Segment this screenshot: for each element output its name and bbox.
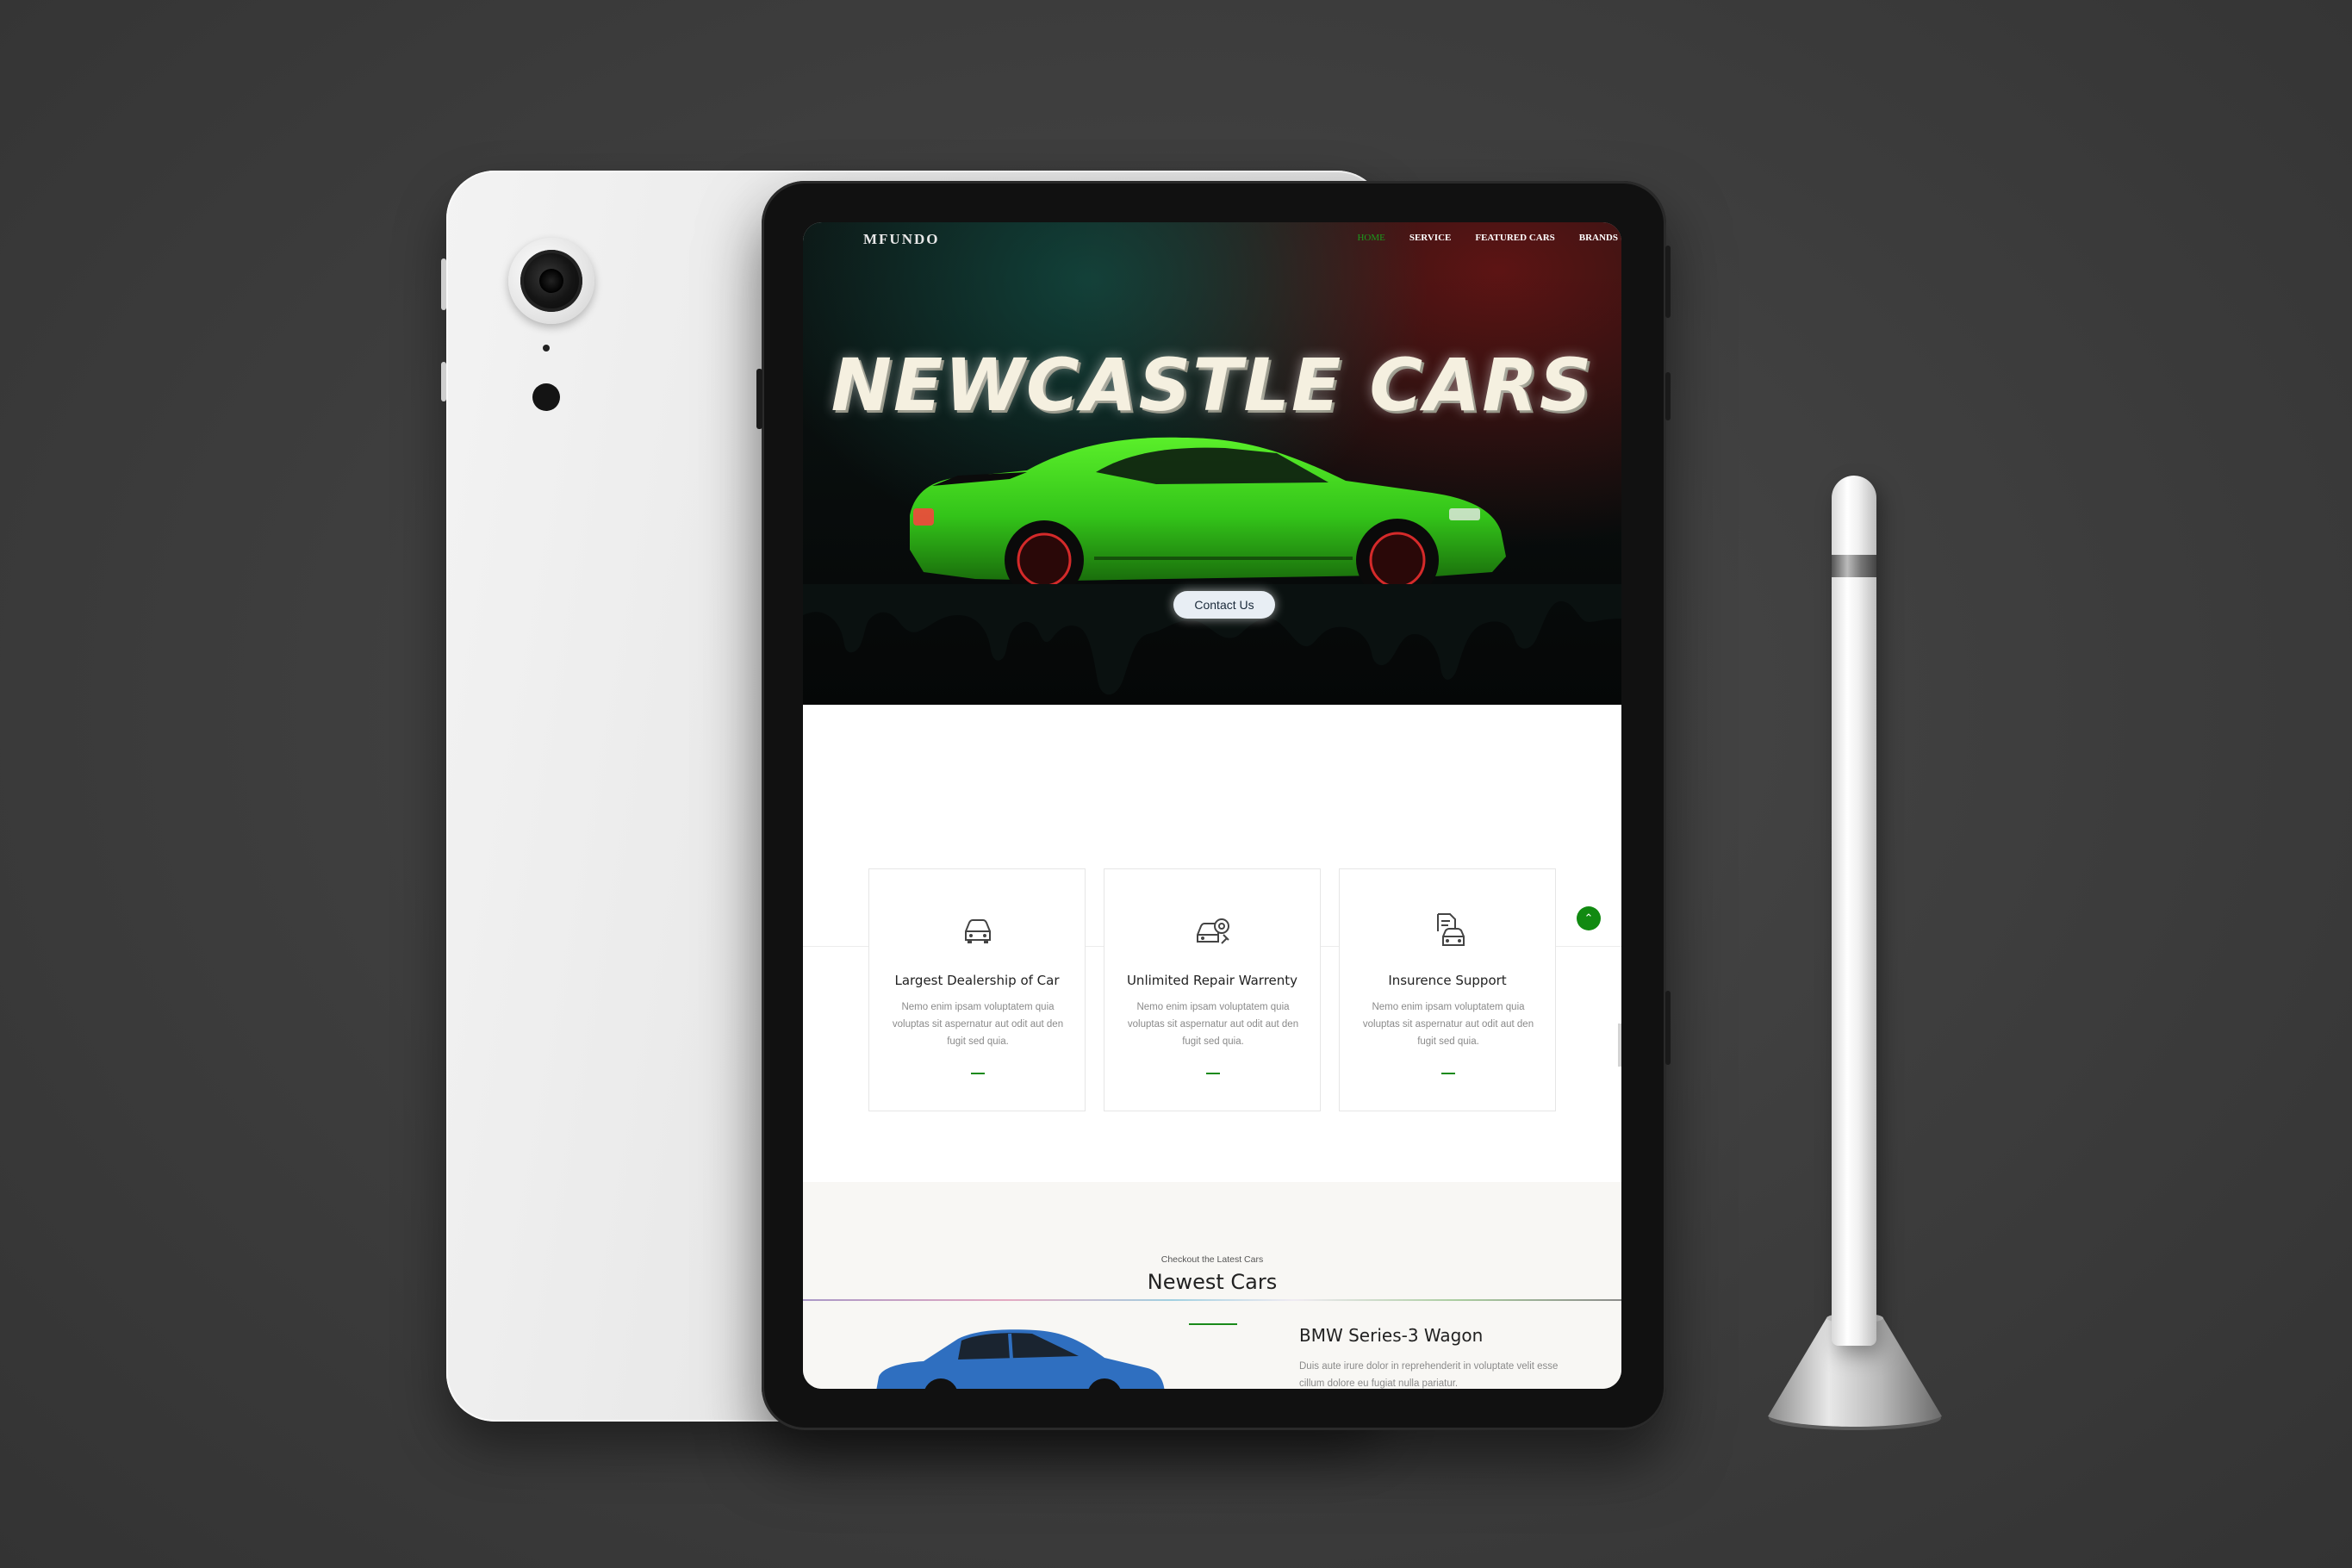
feature-text: Nemo enim ipsam voluptatem quia voluptas… — [892, 1002, 1064, 1047]
stylus-pencil — [1832, 476, 1876, 1346]
side-button — [1665, 372, 1671, 420]
camera-bump — [508, 238, 594, 324]
tablet-screen: MFUNDO HOME SERVICE FEATURED CARS BRANDS — [803, 222, 1621, 1389]
newest-title: Newest Cars — [1147, 1270, 1278, 1294]
feature-accent-dash — [1441, 1073, 1455, 1074]
feature-accent-dash — [1206, 1073, 1220, 1074]
car-name[interactable]: BMW Series-3 Wagon — [1299, 1325, 1483, 1346]
scrollbar-thumb[interactable] — [1618, 1024, 1621, 1067]
hero-section: MFUNDO HOME SERVICE FEATURED CARS BRANDS — [803, 222, 1621, 705]
feature-text: Nemo enim ipsam voluptatem quia voluptas… — [1127, 1002, 1299, 1047]
feature-text: Nemo enim ipsam voluptatem quia voluptas… — [1362, 1002, 1534, 1047]
nav-brands[interactable]: BRANDS — [1579, 233, 1618, 243]
chevron-up-icon: ⌃ — [1584, 912, 1594, 924]
car-insurance-icon — [1437, 913, 1465, 946]
power-button — [1665, 246, 1671, 318]
feature-title: Insurence Support — [1388, 973, 1507, 988]
nav-featured-cars[interactable]: FEATURED CARS — [1475, 233, 1554, 243]
feature-card-dealership: Largest Dealership of Car Nemo enim ipsa… — [868, 868, 1086, 1111]
camera-lens-icon — [520, 250, 582, 312]
car-front-icon — [965, 919, 991, 943]
car-description: Duis aute irure dolor in reprehenderit i… — [1299, 1361, 1559, 1389]
nav-home[interactable]: HOME — [1357, 233, 1384, 243]
side-button — [1665, 991, 1671, 1065]
contact-us-button[interactable]: Contact Us — [1173, 591, 1275, 619]
site-logo[interactable]: MFUNDO — [863, 231, 939, 248]
microphone-dot — [543, 345, 550, 352]
newest-cars-section: Checkout the Latest Cars Newest Cars BMW… — [803, 1182, 1621, 1389]
stylus-band — [1832, 555, 1876, 577]
car-repair-icon — [1197, 918, 1229, 944]
volume-button — [756, 369, 762, 429]
scroll-to-top-button[interactable]: ⌃ — [1577, 906, 1601, 930]
hero-car-image — [910, 437, 1527, 607]
section-rule — [803, 1299, 1621, 1301]
feature-card-repair: Unlimited Repair Warrenty Nemo enim ipsa… — [1104, 868, 1321, 1111]
feature-accent-dash — [971, 1073, 985, 1074]
bmw-car-image — [876, 1329, 1165, 1389]
feature-card-insurance: Insurence Support Nemo enim ipsam volupt… — [1339, 868, 1556, 1111]
flash-icon — [532, 383, 560, 411]
hero-title: NEWCASTLE CARS — [831, 343, 1594, 427]
feature-title: Largest Dealership of Car — [894, 973, 1060, 988]
back-side-button — [441, 362, 446, 401]
back-side-button — [441, 258, 446, 310]
newest-accent-dash — [1189, 1323, 1237, 1325]
feature-title: Unlimited Repair Warrenty — [1126, 973, 1298, 988]
nav-service[interactable]: SERVICE — [1409, 233, 1452, 243]
main-nav: HOME SERVICE FEATURED CARS BRANDS — [1357, 233, 1618, 243]
newest-subtitle: Checkout the Latest Cars — [1160, 1254, 1264, 1265]
